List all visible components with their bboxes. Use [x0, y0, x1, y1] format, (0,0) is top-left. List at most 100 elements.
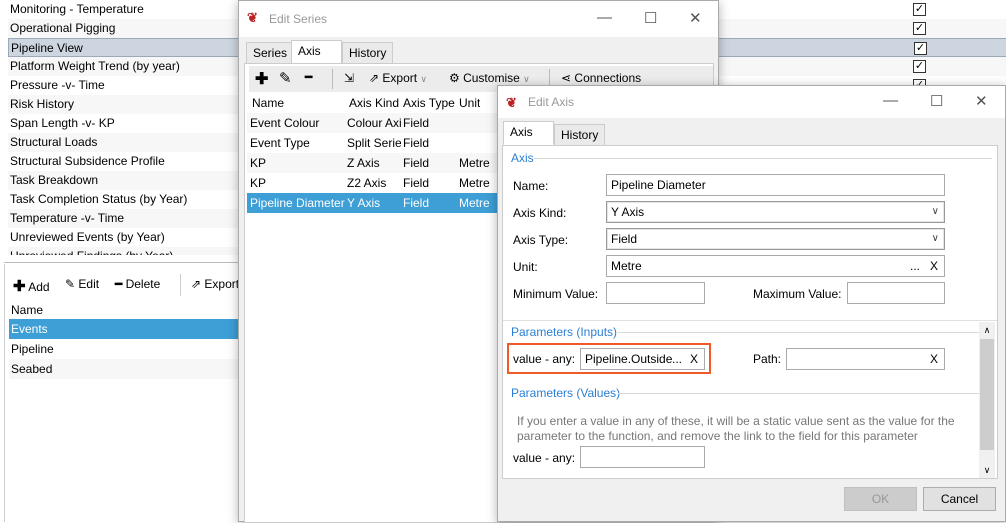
title-bar[interactable]: ❦ Edit Series — ☐ ✕: [239, 1, 718, 37]
column-header-name[interactable]: Name△: [252, 93, 284, 113]
delete-button[interactable]: ━ Delete: [115, 277, 160, 291]
name-input[interactable]: Pipeline Diameter: [606, 174, 945, 196]
title-bar[interactable]: ❦ Edit Axis — ☐ ✕: [498, 86, 1005, 118]
edit-button[interactable]: ✎ Edit: [65, 277, 99, 291]
minimize-button[interactable]: —: [883, 92, 898, 109]
tab-history[interactable]: History: [342, 42, 394, 64]
edit-icon[interactable]: ✎: [279, 69, 292, 87]
axis-kind-select[interactable]: Y Axis ∨: [606, 201, 945, 223]
cell-type: Field: [403, 116, 430, 130]
unit-input[interactable]: Metre... X: [606, 255, 945, 277]
axis-type-select[interactable]: Field ∨: [606, 228, 945, 250]
divider: [618, 393, 980, 394]
add-button[interactable]: ✚ Add: [13, 277, 50, 295]
clear-button[interactable]: X: [930, 256, 938, 276]
cancel-button[interactable]: Cancel: [923, 487, 996, 511]
list-item-label: Platform Weight Trend (by year): [10, 59, 180, 73]
tab-history[interactable]: History: [554, 124, 606, 146]
checkbox[interactable]: ✓: [914, 42, 927, 55]
table-row[interactable]: Event Colour Colour AxisField: [247, 113, 500, 133]
delete-label: Delete: [125, 277, 161, 291]
export-icon: ⇗: [191, 277, 202, 291]
divider: [534, 158, 992, 159]
export-button[interactable]: ⇗ Export ∨: [369, 71, 427, 85]
list-item-label: Span Length -v- KP: [10, 116, 115, 130]
minimum-value-input[interactable]: [606, 282, 705, 304]
connections-label: Connections: [574, 71, 642, 85]
cell-name: KP: [250, 156, 267, 170]
customise-button[interactable]: ⚙ Customise ∨: [449, 71, 530, 85]
add-icon[interactable]: ✚: [255, 69, 268, 89]
close-button[interactable]: ✕: [975, 92, 988, 110]
table-row[interactable]: Event Type Split SeriesField: [247, 133, 500, 153]
list-item[interactable]: Events: [9, 319, 241, 339]
list-item-label: Task Breakdown: [10, 173, 99, 187]
input-value-label: value - any:: [513, 352, 576, 366]
maximize-button[interactable]: ☐: [930, 92, 943, 110]
clear-button[interactable]: X: [689, 349, 698, 369]
cell-kind: Split Series: [347, 136, 401, 150]
tab-series[interactable]: Series: [246, 42, 295, 64]
list-item-label: Risk History: [10, 97, 75, 111]
table-row[interactable]: Pipeline Diameter Y Axis Field Metre: [247, 193, 500, 213]
input-value-field[interactable]: Pipeline.Outside... X: [580, 348, 705, 370]
remove-icon[interactable]: ━: [305, 70, 312, 84]
ok-button[interactable]: OK: [844, 487, 917, 511]
list-item[interactable]: Pipeline: [9, 339, 241, 359]
list-item-label: Structural Subsidence Profile: [10, 154, 165, 168]
list-item-label: Monitoring - Temperature: [10, 2, 144, 16]
divider: [618, 332, 980, 333]
unit-label: Unit:: [513, 260, 538, 274]
app-logo-icon: ❦: [506, 95, 517, 110]
unit-value: Metre: [611, 259, 642, 273]
browse-button[interactable]: ...: [910, 256, 920, 276]
cell-name: Event Colour: [250, 116, 320, 130]
cell-kind: Z Axis: [347, 156, 380, 170]
checkbox[interactable]: ✓: [913, 60, 926, 73]
maximum-value-input[interactable]: [847, 282, 945, 304]
edit-icon: ✎: [65, 277, 76, 291]
list-item-label: Pipeline View: [11, 41, 83, 55]
maximize-button[interactable]: ☐: [644, 9, 657, 27]
column-header-axis-kind[interactable]: Axis Kind: [349, 93, 399, 113]
cell-unit: Metre: [459, 176, 490, 190]
scrollbar-thumb[interactable]: [980, 339, 994, 450]
scroll-up-icon[interactable]: ∧: [979, 322, 995, 338]
checkbox[interactable]: ✓: [913, 3, 926, 16]
clear-button[interactable]: X: [930, 349, 938, 369]
column-header-unit[interactable]: Unit: [459, 93, 480, 113]
maximum-value-label: Maximum Value:: [753, 287, 842, 301]
axis-kind-value: Y Axis: [611, 205, 645, 219]
cell-name: Pipeline Diameter: [250, 196, 345, 210]
cell-type: Field: [403, 136, 430, 150]
cell-type: Field: [403, 196, 430, 210]
path-label: Path:: [753, 352, 782, 366]
list-item-label: Temperature -v- Time: [10, 211, 125, 225]
close-button[interactable]: ✕: [689, 9, 702, 27]
scrollbar[interactable]: ∧ ∨: [979, 322, 995, 478]
chevron-down-icon: ∨: [523, 74, 530, 84]
checkbox[interactable]: ✓: [913, 22, 926, 35]
axis-type-label: Axis Type:: [513, 233, 569, 247]
minimize-button[interactable]: —: [597, 9, 612, 26]
column-header-name[interactable]: Name: [11, 300, 43, 320]
tab-axis[interactable]: Axis: [503, 121, 554, 145]
list-item-label: Pressure -v- Time: [10, 78, 105, 92]
list-item[interactable]: Seabed: [9, 359, 241, 379]
browse-button[interactable]: ...: [671, 349, 682, 369]
export-button[interactable]: ⇗ Export: [191, 277, 239, 291]
tab-axis[interactable]: Axis: [291, 40, 342, 64]
table-row[interactable]: KP Z2 Axis Field Metre: [247, 173, 500, 193]
column-header-axis-type[interactable]: Axis Type: [403, 93, 455, 113]
import-icon[interactable]: ⇲: [344, 71, 354, 85]
path-input[interactable]: X: [786, 348, 945, 370]
table-row[interactable]: KP Z Axis Field Metre: [247, 153, 500, 173]
section-title-axis: Axis: [511, 151, 534, 165]
axis-type-value: Field: [611, 232, 638, 246]
values-value-input[interactable]: [580, 446, 705, 468]
window-title: Edit Series: [269, 12, 328, 26]
list-item-label: Unreviewed Findings (by Year): [10, 249, 173, 255]
connections-button[interactable]: ⋖ Connections: [561, 71, 641, 85]
scroll-down-icon[interactable]: ∨: [979, 462, 995, 478]
export-label: Export: [204, 277, 240, 291]
